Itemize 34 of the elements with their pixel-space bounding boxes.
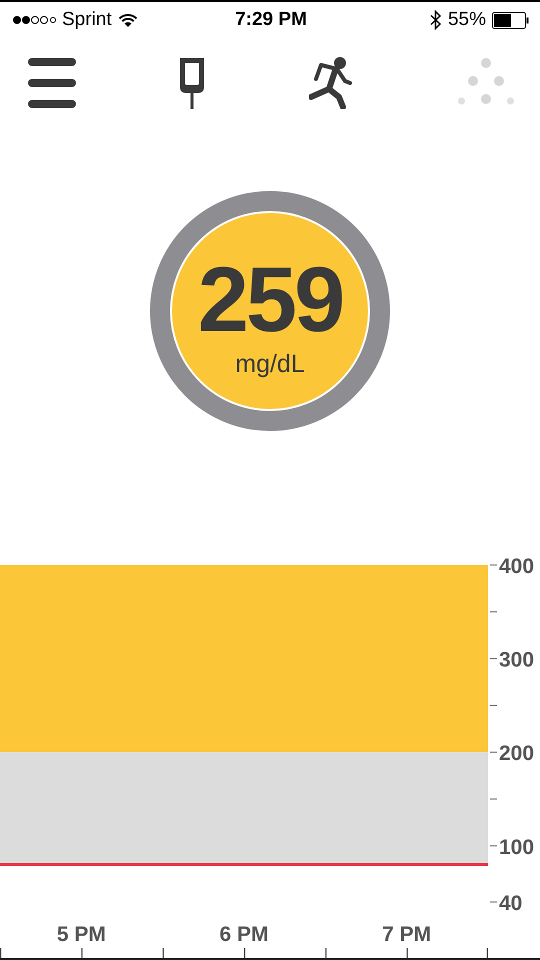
- tick-mark: [490, 704, 497, 706]
- tick-mark: [490, 845, 497, 846]
- y-axis-label: 300: [499, 648, 534, 672]
- y-axis-label: 200: [499, 742, 534, 766]
- battery-icon: [492, 12, 530, 28]
- wifi-icon: [118, 12, 138, 28]
- x-axis-label: 6 PM: [220, 923, 268, 946]
- glucose-meter-icon[interactable]: [179, 57, 206, 109]
- y-axis-label: 100: [499, 836, 534, 859]
- bluetooth-icon: [430, 10, 442, 30]
- y-axis-label: 400: [499, 555, 534, 578]
- x-axis-label: 7 PM: [382, 923, 432, 946]
- glucose-unit: mg/dL: [235, 350, 305, 378]
- tick-mark: [406, 948, 408, 958]
- x-axis-label: 5 PM: [56, 923, 106, 946]
- tick-mark: [490, 752, 497, 753]
- tick-mark: [0, 948, 2, 958]
- running-person-icon[interactable]: [308, 57, 355, 109]
- tick-mark: [81, 948, 83, 958]
- carrier-name: Sprint: [62, 9, 112, 31]
- tick-mark: [244, 948, 246, 958]
- status-time: 7:29 PM: [235, 9, 307, 31]
- tick-mark: [490, 611, 497, 612]
- tick-mark: [486, 948, 488, 958]
- tick-mark: [490, 564, 497, 566]
- tick-mark: [490, 798, 497, 800]
- signal-icon: [12, 15, 56, 25]
- y-axis-label: 40: [499, 892, 522, 915]
- tick-mark: [325, 948, 327, 958]
- tick-mark: [162, 948, 164, 958]
- battery-percent: 55%: [448, 9, 486, 31]
- tick-mark: [490, 658, 497, 660]
- glucose-value: 259: [198, 254, 342, 346]
- menu-icon[interactable]: [28, 57, 76, 109]
